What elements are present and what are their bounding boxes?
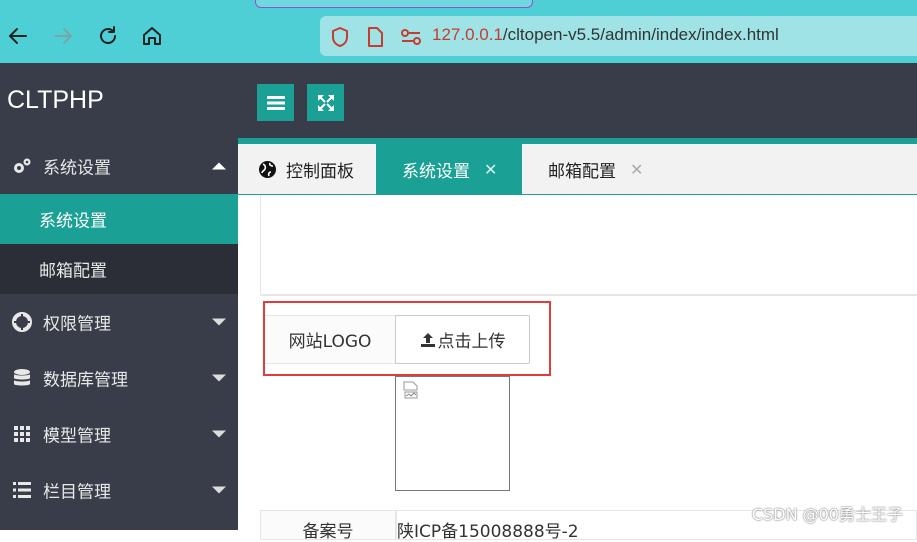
sidebar-subitem-system-settings[interactable]: 系统设置 xyxy=(0,194,238,244)
support-icon xyxy=(12,312,32,332)
chevron-down-icon xyxy=(212,318,226,326)
sidebar-item-label: 模型管理 xyxy=(43,426,111,447)
sidebar-item-label: 栏目管理 xyxy=(43,482,111,503)
chevron-down-icon xyxy=(212,430,226,438)
logo-preview-image xyxy=(395,376,510,491)
close-icon[interactable]: ✕ xyxy=(484,160,497,179)
broken-image-icon xyxy=(402,381,420,403)
annotation-highlight xyxy=(263,301,551,376)
permissions-icon[interactable] xyxy=(400,28,422,50)
sidebar-item-permissions[interactable]: 权限管理 xyxy=(0,294,238,350)
sidebar-item-label: 权限管理 xyxy=(43,314,111,335)
tab-mail-config[interactable]: 邮箱配置 ✕ xyxy=(522,144,672,194)
browser-active-tab[interactable] xyxy=(255,0,533,8)
tab-system-settings[interactable]: 系统设置 ✕ xyxy=(376,144,522,194)
record-number-label: 备案号 xyxy=(260,510,396,542)
tab-label: 系统设置 xyxy=(402,161,470,182)
sidebar-item-database[interactable]: 数据库管理 xyxy=(0,350,238,406)
sidebar-subitem-label: 系统设置 xyxy=(39,211,107,232)
sidebar-item-system-settings[interactable]: 系统设置 xyxy=(0,138,238,194)
brand-logo[interactable]: CLTPHP xyxy=(7,86,104,115)
sidebar-subitem-mail-config[interactable]: 邮箱配置 xyxy=(0,244,238,294)
menu-toggle-icon xyxy=(266,95,285,110)
grid-icon xyxy=(12,424,32,444)
tab-label: 控制面板 xyxy=(286,161,354,182)
sidebar-subitem-label: 邮箱配置 xyxy=(39,261,107,282)
tab-dashboard[interactable]: 控制面板 xyxy=(238,144,376,194)
divider xyxy=(260,295,917,296)
fullscreen-button[interactable] xyxy=(307,84,344,121)
tab-label: 邮箱配置 xyxy=(548,161,616,182)
menu-toggle-button[interactable] xyxy=(257,84,294,121)
reload-icon[interactable] xyxy=(96,24,120,48)
url-path: /cltopen-v5.5/admin/index/index.html xyxy=(502,25,779,44)
watermark: CSDN @00勇士王子 xyxy=(751,505,903,524)
fullscreen-icon xyxy=(317,94,334,111)
list-icon xyxy=(12,480,32,500)
chevron-down-icon xyxy=(212,374,226,382)
url-text[interactable]: 127.0.0.1/cltopen-v5.5/admin/index/index… xyxy=(432,25,779,45)
url-bar[interactable]: 127.0.0.1/cltopen-v5.5/admin/index/index… xyxy=(320,16,917,56)
url-host: 127.0.0.1 xyxy=(432,25,503,44)
sidebar-item-label: 数据库管理 xyxy=(43,370,128,391)
sidebar-item-columns[interactable]: 栏目管理 xyxy=(0,462,238,518)
home-icon[interactable] xyxy=(140,24,164,48)
globe-icon xyxy=(258,160,277,179)
close-icon[interactable]: ✕ xyxy=(630,160,643,179)
tab-bar: 控制面板 系统设置 ✕ 邮箱配置 ✕ xyxy=(238,144,917,194)
chevron-down-icon xyxy=(212,486,226,494)
shield-icon[interactable] xyxy=(330,26,350,52)
forward-arrow-icon[interactable] xyxy=(51,24,75,48)
previous-field-area xyxy=(260,195,917,295)
back-arrow-icon[interactable] xyxy=(6,24,30,48)
sidebar-item-models[interactable]: 模型管理 xyxy=(0,406,238,462)
database-icon xyxy=(12,368,32,388)
admin-header xyxy=(238,63,917,138)
page-icon[interactable] xyxy=(366,26,384,52)
gears-icon xyxy=(12,156,32,176)
sidebar-item-label: 系统设置 xyxy=(43,158,111,179)
main-content: 网站LOGO 点击上传 备案号 陕ICP备15008888号-2 xyxy=(238,195,917,542)
browser-toolbar: 127.0.0.1/cltopen-v5.5/admin/index/index… xyxy=(0,10,917,63)
chevron-up-icon xyxy=(212,162,226,170)
